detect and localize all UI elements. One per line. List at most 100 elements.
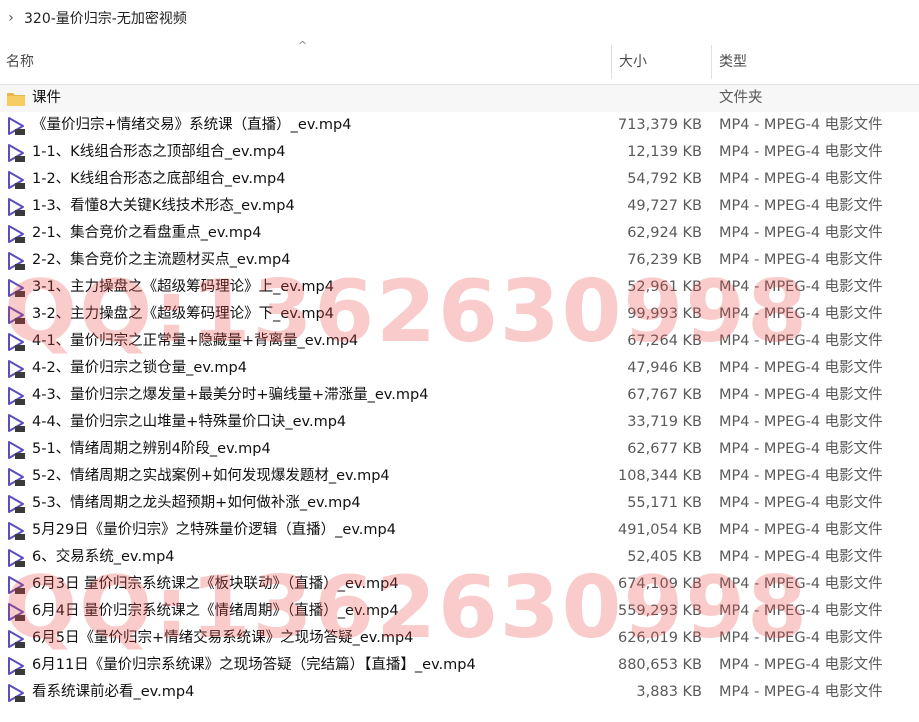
file-size: 559,293 KB	[617, 603, 702, 619]
file-type: MP4 - MPEG-4 电影文件	[719, 549, 883, 565]
file-size: 491,054 KB	[617, 522, 702, 538]
video-file-icon	[8, 549, 25, 567]
file-name: 6、交易系统_ev.mp4	[32, 549, 175, 565]
file-row[interactable]: 5-2、情绪周期之实战案例+如何发现爆发题材_ev.mp4 108,344 KB M…	[0, 463, 919, 490]
video-file-icon	[8, 225, 25, 243]
video-file-icon	[8, 441, 25, 459]
file-row[interactable]: 6月11日《量价归宗系统课》之现场答疑（完结篇）【直播】_ev.mp4 880,6…	[0, 652, 919, 679]
file-row[interactable]: 6月4日 量价归宗系统课之《情绪周期》（直播）_ev.mp4 559,293 KB…	[0, 598, 919, 625]
video-file-icon	[8, 414, 25, 432]
file-size: 47,946 KB	[627, 360, 702, 376]
file-row[interactable]: 6月5日《量价归宗+情绪交易系统课》之现场答疑_ev.mp4 626,019 KB…	[0, 625, 919, 652]
file-row[interactable]: 2-1、集合竞价之看盘重点_ev.mp4 62,924 KB MP4 - MPEG-…	[0, 220, 919, 247]
file-type: MP4 - MPEG-4 电影文件	[719, 279, 883, 295]
file-name: 5月29日《量价归宗》之特殊量价逻辑（直播）_ev.mp4	[32, 522, 396, 538]
file-name: 2-1、集合竞价之看盘重点_ev.mp4	[32, 225, 262, 241]
column-header-name[interactable]: 名称	[6, 37, 606, 84]
file-size: 108,344 KB	[617, 468, 702, 484]
file-name: 3-2、主力操盘之《超级筹码理论》下_ev.mp4	[32, 306, 334, 322]
file-type: MP4 - MPEG-4 电影文件	[719, 657, 883, 673]
file-type: MP4 - MPEG-4 电影文件	[719, 468, 883, 484]
file-row[interactable]: 4-4、量价归宗之山堆量+特殊量价口诀_ev.mp4 33,719 KB MP4 -…	[0, 409, 919, 436]
file-type: MP4 - MPEG-4 电影文件	[719, 630, 883, 646]
file-size: 52,405 KB	[627, 549, 702, 565]
file-size: 880,653 KB	[617, 657, 702, 673]
file-name: 4-1、量价归宗之正常量+隐藏量+背离量_ev.mp4	[32, 333, 359, 349]
file-row[interactable]: 1-1、K线组合形态之顶部组合_ev.mp4 12,139 KB MP4 - MPE…	[0, 139, 919, 166]
file-type: MP4 - MPEG-4 电影文件	[719, 603, 883, 619]
video-file-icon	[8, 684, 25, 702]
file-type: MP4 - MPEG-4 电影文件	[719, 441, 883, 457]
file-row[interactable]: 2-2、集合竞价之主流题材买点_ev.mp4 76,239 KB MP4 - MPE…	[0, 247, 919, 274]
video-file-icon	[8, 333, 25, 351]
file-size: 54,792 KB	[627, 171, 702, 187]
video-file-icon	[8, 468, 25, 486]
file-size: 67,264 KB	[627, 333, 702, 349]
file-size: 713,379 KB	[617, 117, 702, 133]
file-size: 99,993 KB	[627, 306, 702, 322]
file-name: 3-1、主力操盘之《超级筹码理论》上_ev.mp4	[32, 279, 334, 295]
file-row[interactable]: 4-1、量价归宗之正常量+隐藏量+背离量_ev.mp4 67,264 KB MP4 …	[0, 328, 919, 355]
folder-icon	[7, 93, 25, 106]
column-header-type[interactable]: 类型	[712, 37, 919, 84]
file-name: 5-1、情绪周期之辨别4阶段_ev.mp4	[32, 441, 271, 457]
file-size: 674,109 KB	[617, 576, 702, 592]
file-name: 5-3、情绪周期之龙头超预期+如何做补涨_ev.mp4	[32, 495, 361, 511]
video-file-icon	[8, 198, 25, 216]
file-name: 6月3日 量价归宗系统课之《板块联动》（直播）_ev.mp4	[32, 576, 399, 592]
video-file-icon	[8, 117, 25, 135]
file-row[interactable]: 5月29日《量价归宗》之特殊量价逻辑（直播）_ev.mp4 491,054 KB M…	[0, 517, 919, 544]
file-type: MP4 - MPEG-4 电影文件	[719, 414, 883, 430]
file-row[interactable]: 6月3日 量价归宗系统课之《板块联动》（直播）_ev.mp4 674,109 KB…	[0, 571, 919, 598]
file-type: MP4 - MPEG-4 电影文件	[719, 576, 883, 592]
file-row[interactable]: 3-1、主力操盘之《超级筹码理论》上_ev.mp4 52,961 KB MP4 - …	[0, 274, 919, 301]
video-file-icon	[8, 387, 25, 405]
file-type: MP4 - MPEG-4 电影文件	[719, 684, 883, 700]
file-type: MP4 - MPEG-4 电影文件	[719, 495, 883, 511]
file-row[interactable]: 4-2、量价归宗之锁仓量_ev.mp4 47,946 KB MP4 - MPEG-4…	[0, 355, 919, 382]
chevron-right-icon[interactable]: ›	[0, 10, 22, 26]
file-name: 1-1、K线组合形态之顶部组合_ev.mp4	[32, 144, 286, 160]
folder-type: 文件夹	[719, 90, 763, 106]
column-header-bar: ^ 名称 大小 类型	[0, 37, 919, 85]
file-row[interactable]: 6、交易系统_ev.mp4 52,405 KB MP4 - MPEG-4 电影文件	[0, 544, 919, 571]
folder-row[interactable]: 课件 文件夹	[0, 85, 919, 112]
file-type: MP4 - MPEG-4 电影文件	[719, 360, 883, 376]
file-size: 33,719 KB	[627, 414, 702, 430]
file-name: 6月11日《量价归宗系统课》之现场答疑（完结篇）【直播】_ev.mp4	[32, 657, 476, 673]
file-type: MP4 - MPEG-4 电影文件	[719, 225, 883, 241]
file-name: 2-2、集合竞价之主流题材买点_ev.mp4	[32, 252, 291, 268]
file-row[interactable]: 5-3、情绪周期之龙头超预期+如何做补涨_ev.mp4 55,171 KB MP4 …	[0, 490, 919, 517]
file-name: 4-3、量价归宗之爆发量+最美分时+骗线量+滞涨量_ev.mp4	[32, 387, 429, 403]
file-name: 6月4日 量价归宗系统课之《情绪周期》（直播）_ev.mp4	[32, 603, 399, 619]
file-row[interactable]: 5-1、情绪周期之辨别4阶段_ev.mp4 62,677 KB MP4 - MPEG…	[0, 436, 919, 463]
file-row[interactable]: 看系统课前必看_ev.mp4 3,883 KB MP4 - MPEG-4 电影文件	[0, 679, 919, 706]
file-type: MP4 - MPEG-4 电影文件	[719, 117, 883, 133]
file-list: 课件 文件夹 《量价归宗+情绪交易》系统课（直播）_ev.mp4 713,379 …	[0, 85, 919, 706]
file-row[interactable]: 1-3、看懂8大关键K线技术形态_ev.mp4 49,727 KB MP4 - MP…	[0, 193, 919, 220]
file-name: 5-2、情绪周期之实战案例+如何发现爆发题材_ev.mp4	[32, 468, 390, 484]
file-size: 12,139 KB	[627, 144, 702, 160]
file-size: 62,924 KB	[627, 225, 702, 241]
file-row[interactable]: 《量价归宗+情绪交易》系统课（直播）_ev.mp4 713,379 KB MP4 -…	[0, 112, 919, 139]
file-name: 看系统课前必看_ev.mp4	[32, 684, 195, 700]
file-name: 6月5日《量价归宗+情绪交易系统课》之现场答疑_ev.mp4	[32, 630, 414, 646]
file-type: MP4 - MPEG-4 电影文件	[719, 252, 883, 268]
file-size: 55,171 KB	[627, 495, 702, 511]
breadcrumb-current-folder[interactable]: 320-量价归宗-无加密视频	[22, 8, 187, 28]
video-file-icon	[8, 360, 25, 378]
file-type: MP4 - MPEG-4 电影文件	[719, 387, 883, 403]
file-type: MP4 - MPEG-4 电影文件	[719, 522, 883, 538]
video-file-icon	[8, 630, 25, 648]
file-row[interactable]: 1-2、K线组合形态之底部组合_ev.mp4 54,792 KB MP4 - MPE…	[0, 166, 919, 193]
video-file-icon	[8, 252, 25, 270]
column-divider[interactable]	[611, 45, 612, 79]
file-size: 626,019 KB	[617, 630, 702, 646]
file-name: 《量价归宗+情绪交易》系统课（直播）_ev.mp4	[32, 117, 352, 133]
file-row[interactable]: 3-2、主力操盘之《超级筹码理论》下_ev.mp4 99,993 KB MP4 - …	[0, 301, 919, 328]
file-type: MP4 - MPEG-4 电影文件	[719, 333, 883, 349]
file-row[interactable]: 4-3、量价归宗之爆发量+最美分时+骗线量+滞涨量_ev.mp4 67,767 K…	[0, 382, 919, 409]
video-file-icon	[8, 279, 25, 297]
file-size: 67,767 KB	[627, 387, 702, 403]
column-header-size[interactable]: 大小	[613, 37, 715, 84]
